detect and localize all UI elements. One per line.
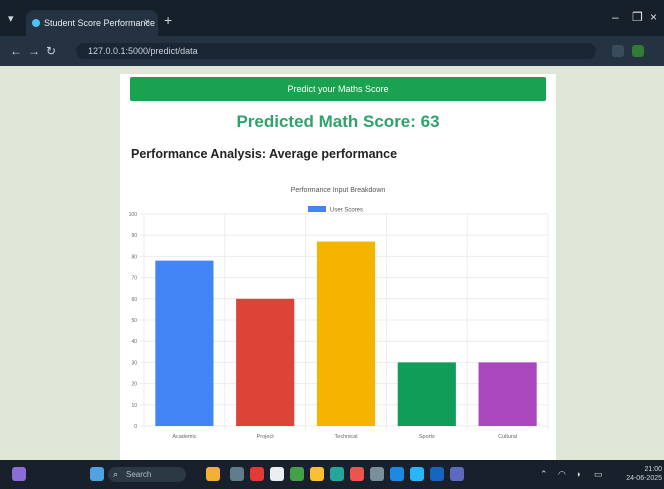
clock-time: 21:00: [644, 466, 662, 473]
analysis-heading: Performance Analysis: Average performanc…: [131, 147, 398, 161]
address-bar[interactable]: 127.0.0.1:5000/predict/data: [76, 43, 596, 59]
y-tick-label: 10: [131, 403, 137, 409]
bar-sports: [397, 362, 456, 426]
forward-icon[interactable]: →: [28, 44, 40, 58]
url-text: 127.0.0.1:5000/predict/data: [88, 46, 198, 56]
profile-icon[interactable]: [632, 45, 644, 57]
start-icon[interactable]: [90, 467, 104, 481]
y-tick-label: 90: [131, 233, 137, 239]
app-icon[interactable]: [270, 467, 284, 481]
x-tick-label: Cultural: [498, 434, 517, 440]
legend-label: User Scores: [330, 208, 363, 214]
x-tick-label: Technical: [335, 434, 358, 440]
close-window-button[interactable]: ×: [650, 10, 657, 24]
app-icon[interactable]: [330, 467, 344, 481]
app-icon[interactable]: [290, 467, 304, 481]
battery-icon[interactable]: ▭: [594, 469, 603, 480]
clock-date: 24-06-2025: [626, 475, 662, 482]
tray-overflow-icon[interactable]: ⌃: [540, 469, 548, 480]
reload-icon[interactable]: ↻: [46, 44, 56, 58]
extension-icon[interactable]: [612, 45, 624, 57]
app-icon[interactable]: [230, 467, 244, 481]
search-placeholder: Search: [126, 470, 152, 479]
minimize-button[interactable]: –: [612, 10, 619, 24]
predict-score-button[interactable]: Predict your Maths Score: [130, 77, 546, 101]
vscode-icon[interactable]: [390, 467, 404, 481]
result-card: Predict your Maths Score Predicted Math …: [120, 74, 556, 460]
y-tick-label: 70: [131, 276, 137, 282]
app-icon[interactable]: [206, 467, 220, 481]
bar-cultural: [478, 362, 537, 426]
volume-icon[interactable]: ◗: [576, 469, 581, 479]
bar-technical: [316, 241, 376, 426]
bar-academic: [155, 260, 214, 426]
chart-title: Performance Input Breakdown: [291, 187, 386, 194]
new-tab-button[interactable]: +: [164, 12, 172, 28]
search-icon: ⌕: [113, 469, 119, 479]
app-icon[interactable]: [350, 467, 364, 481]
system-clock[interactable]: 21:00 24-06-2025: [624, 465, 662, 483]
favicon-icon: [32, 19, 40, 27]
taskbar-search[interactable]: ⌕ Search: [108, 467, 186, 482]
x-tick-label: Sports: [419, 434, 435, 440]
predicted-score: Predicted Math Score: 63: [236, 112, 440, 131]
y-tick-label: 0: [134, 424, 137, 430]
app-icon[interactable]: [370, 467, 384, 481]
y-tick-label: 60: [131, 297, 137, 303]
browser-tab[interactable]: Student Score Performance Pr ×: [26, 10, 158, 36]
taskbar: ⌕ Search ⌃ ◠ ◗ ▭ 21:00 24-06-2025: [0, 460, 664, 489]
maximize-button[interactable]: ❐: [632, 10, 643, 24]
widgets-icon[interactable]: [12, 467, 26, 481]
bar-project: [236, 298, 295, 426]
y-tick-label: 30: [131, 360, 137, 366]
app-icon[interactable]: [430, 467, 444, 481]
network-icon[interactable]: ◠: [558, 469, 566, 480]
back-icon[interactable]: ←: [10, 44, 22, 58]
y-tick-label: 40: [131, 339, 137, 345]
y-tick-label: 100: [129, 212, 138, 218]
x-tick-label: Project: [257, 434, 275, 440]
page-viewport: Predict your Maths Score Predicted Math …: [0, 66, 664, 460]
tab-actions-icon[interactable]: ▾: [8, 12, 14, 25]
legend-swatch: [308, 206, 326, 212]
performance-bar-chart: Performance Input Breakdown User Scores 0 1…: [129, 187, 549, 440]
tab-title: Student Score Performance Pr: [44, 18, 158, 28]
browser-tab-strip: ▾ Student Score Performance Pr × + – ❐ ×: [0, 0, 664, 36]
file-explorer-icon[interactable]: [310, 467, 324, 481]
app-icon[interactable]: [450, 467, 464, 481]
app-icon[interactable]: [250, 467, 264, 481]
y-tick-label: 50: [131, 318, 137, 324]
browser-toolbar: ← → ↻ 127.0.0.1:5000/predict/data: [0, 36, 664, 66]
browser-icon[interactable]: [410, 467, 424, 481]
tab-close-icon[interactable]: ×: [144, 10, 150, 36]
y-tick-label: 20: [131, 382, 137, 388]
x-tick-label: Academic: [172, 434, 196, 440]
y-tick-label: 80: [131, 254, 137, 260]
